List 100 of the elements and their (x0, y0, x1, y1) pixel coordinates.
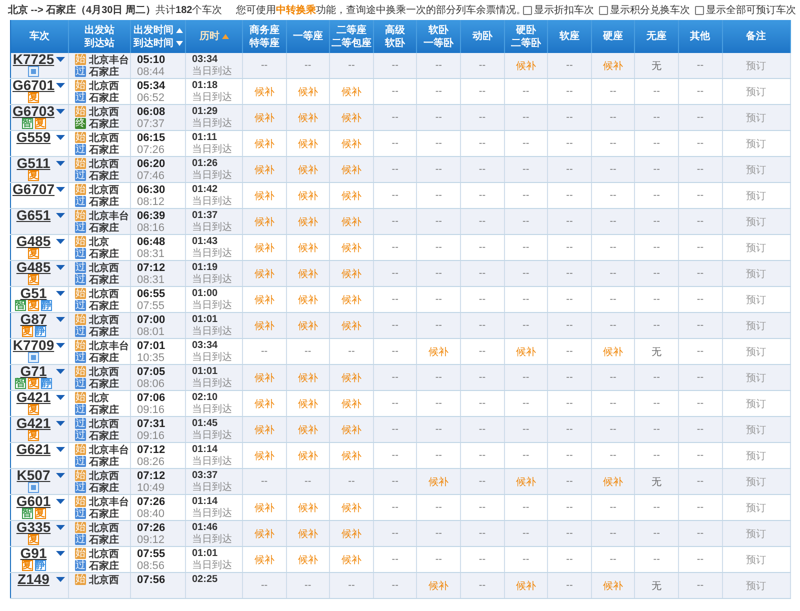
waitlist-link[interactable]: 候补 (341, 86, 362, 98)
waitlist-link[interactable]: 候补 (254, 554, 274, 566)
book-button[interactable]: 预订 (746, 112, 766, 124)
waitlist-link[interactable]: 候补 (341, 216, 362, 228)
dropdown-caret-icon[interactable] (56, 135, 65, 140)
waitlist-link[interactable]: 候补 (254, 502, 274, 514)
waitlist-link[interactable]: 候补 (298, 86, 318, 98)
dropdown-caret-icon[interactable] (56, 291, 65, 296)
train-number-link[interactable]: G91 (20, 547, 47, 560)
waitlist-link[interactable]: 候补 (298, 164, 318, 176)
waitlist-link[interactable]: 候补 (341, 528, 362, 540)
column-header-label[interactable]: 到达时间 (134, 36, 174, 50)
book-button[interactable]: 预订 (746, 86, 766, 98)
dropdown-caret-icon[interactable] (56, 395, 65, 400)
train-number-link[interactable]: G511 (16, 157, 50, 170)
waitlist-link[interactable]: 候补 (254, 164, 274, 176)
column-header[interactable]: 出发时间 到达时间 (130, 20, 186, 53)
book-button[interactable]: 预订 (746, 528, 766, 540)
dropdown-caret-icon[interactable] (56, 499, 65, 504)
waitlist-link[interactable]: 候补 (341, 398, 362, 410)
waitlist-link[interactable]: 候补 (298, 242, 318, 254)
transfer-link[interactable]: 中转换乘 (276, 5, 316, 16)
sort-down-icon[interactable] (176, 40, 182, 46)
waitlist-link[interactable]: 候补 (341, 372, 362, 384)
checkbox[interactable] (523, 6, 532, 14)
book-button[interactable]: 预订 (746, 398, 766, 410)
waitlist-link[interactable]: 候补 (254, 138, 274, 150)
dropdown-caret-icon[interactable] (56, 343, 65, 348)
dropdown-caret-icon[interactable] (56, 447, 65, 452)
dropdown-caret-icon[interactable] (56, 369, 65, 374)
dropdown-caret-icon[interactable] (56, 577, 65, 582)
waitlist-link[interactable]: 候补 (254, 294, 274, 306)
waitlist-link[interactable]: 候补 (254, 424, 274, 436)
waitlist-link[interactable]: 候补 (254, 242, 274, 254)
book-button[interactable]: 预订 (746, 476, 766, 488)
book-button[interactable]: 预订 (746, 216, 766, 228)
waitlist-link[interactable]: 候补 (254, 86, 274, 98)
waitlist-link[interactable]: 候补 (603, 580, 624, 592)
waitlist-link[interactable]: 候补 (254, 268, 274, 280)
column-header-label[interactable]: 出发时间 (134, 24, 174, 36)
waitlist-link[interactable]: 候补 (298, 424, 318, 436)
dropdown-caret-icon[interactable] (56, 109, 65, 114)
book-button[interactable]: 预订 (746, 138, 766, 150)
train-number-link[interactable]: G421 (16, 391, 51, 404)
waitlist-link[interactable]: 候补 (254, 372, 274, 384)
waitlist-link[interactable]: 候补 (254, 112, 274, 124)
train-number-link[interactable]: G485 (16, 261, 51, 274)
waitlist-link[interactable]: 候补 (298, 372, 318, 384)
waitlist-link[interactable]: 候补 (341, 268, 362, 280)
train-number-link[interactable]: G6703 (12, 105, 55, 118)
column-header[interactable]: 历时 (186, 20, 242, 53)
waitlist-link[interactable]: 候补 (298, 450, 318, 462)
dropdown-caret-icon[interactable] (56, 83, 65, 88)
dropdown-caret-icon[interactable] (56, 421, 65, 426)
train-number-link[interactable]: G87 (20, 313, 47, 326)
book-button[interactable]: 预订 (746, 372, 766, 384)
waitlist-link[interactable]: 候补 (341, 502, 362, 514)
train-number-link[interactable]: G559 (16, 131, 51, 144)
waitlist-link[interactable]: 候补 (341, 112, 362, 124)
book-button[interactable]: 预订 (746, 242, 766, 254)
dropdown-caret-icon[interactable] (56, 213, 65, 218)
book-button[interactable]: 预订 (746, 424, 766, 436)
dropdown-caret-icon[interactable] (56, 239, 65, 244)
train-number-link[interactable]: G71 (20, 365, 47, 378)
book-button[interactable]: 预订 (746, 268, 766, 280)
book-button[interactable]: 预订 (746, 502, 766, 514)
waitlist-link[interactable]: 候补 (341, 138, 362, 150)
checkbox-label[interactable]: 显示全部可预订车次 (706, 3, 796, 17)
dropdown-caret-icon[interactable] (56, 265, 65, 270)
waitlist-link[interactable]: 候补 (298, 216, 318, 228)
dropdown-caret-icon[interactable] (56, 551, 65, 556)
waitlist-link[interactable]: 候补 (341, 554, 362, 566)
book-button[interactable]: 预订 (746, 346, 766, 358)
book-button[interactable]: 预订 (746, 554, 766, 566)
dropdown-caret-icon[interactable] (56, 161, 65, 166)
waitlist-link[interactable]: 候补 (298, 528, 318, 540)
book-button[interactable]: 预订 (746, 450, 766, 462)
waitlist-link[interactable]: 候补 (341, 190, 362, 202)
dropdown-caret-icon[interactable] (56, 57, 65, 62)
dropdown-caret-icon[interactable] (56, 473, 65, 478)
waitlist-link[interactable]: 候补 (341, 320, 362, 332)
dropdown-caret-icon[interactable] (56, 317, 65, 322)
waitlist-link[interactable]: 候补 (516, 476, 536, 488)
train-number-link[interactable]: G621 (16, 443, 51, 456)
train-number-link[interactable]: G601 (16, 495, 51, 508)
checkbox-label[interactable]: 显示积分兑换车次 (610, 3, 690, 17)
waitlist-link[interactable]: 候补 (298, 554, 318, 566)
waitlist-link[interactable]: 候补 (428, 346, 449, 358)
train-number-link[interactable]: G421 (16, 417, 51, 430)
waitlist-link[interactable]: 候补 (603, 346, 624, 358)
column-header-label[interactable]: 历时 (200, 30, 220, 43)
book-button[interactable]: 预订 (746, 164, 766, 176)
waitlist-link[interactable]: 候补 (298, 112, 318, 124)
book-button[interactable]: 预订 (746, 60, 766, 72)
waitlist-link[interactable]: 候补 (254, 398, 274, 410)
waitlist-link[interactable]: 候补 (254, 320, 274, 332)
checkbox[interactable] (695, 6, 704, 14)
waitlist-link[interactable]: 候补 (428, 476, 449, 488)
waitlist-link[interactable]: 候补 (254, 450, 274, 462)
waitlist-link[interactable]: 候补 (341, 294, 362, 306)
